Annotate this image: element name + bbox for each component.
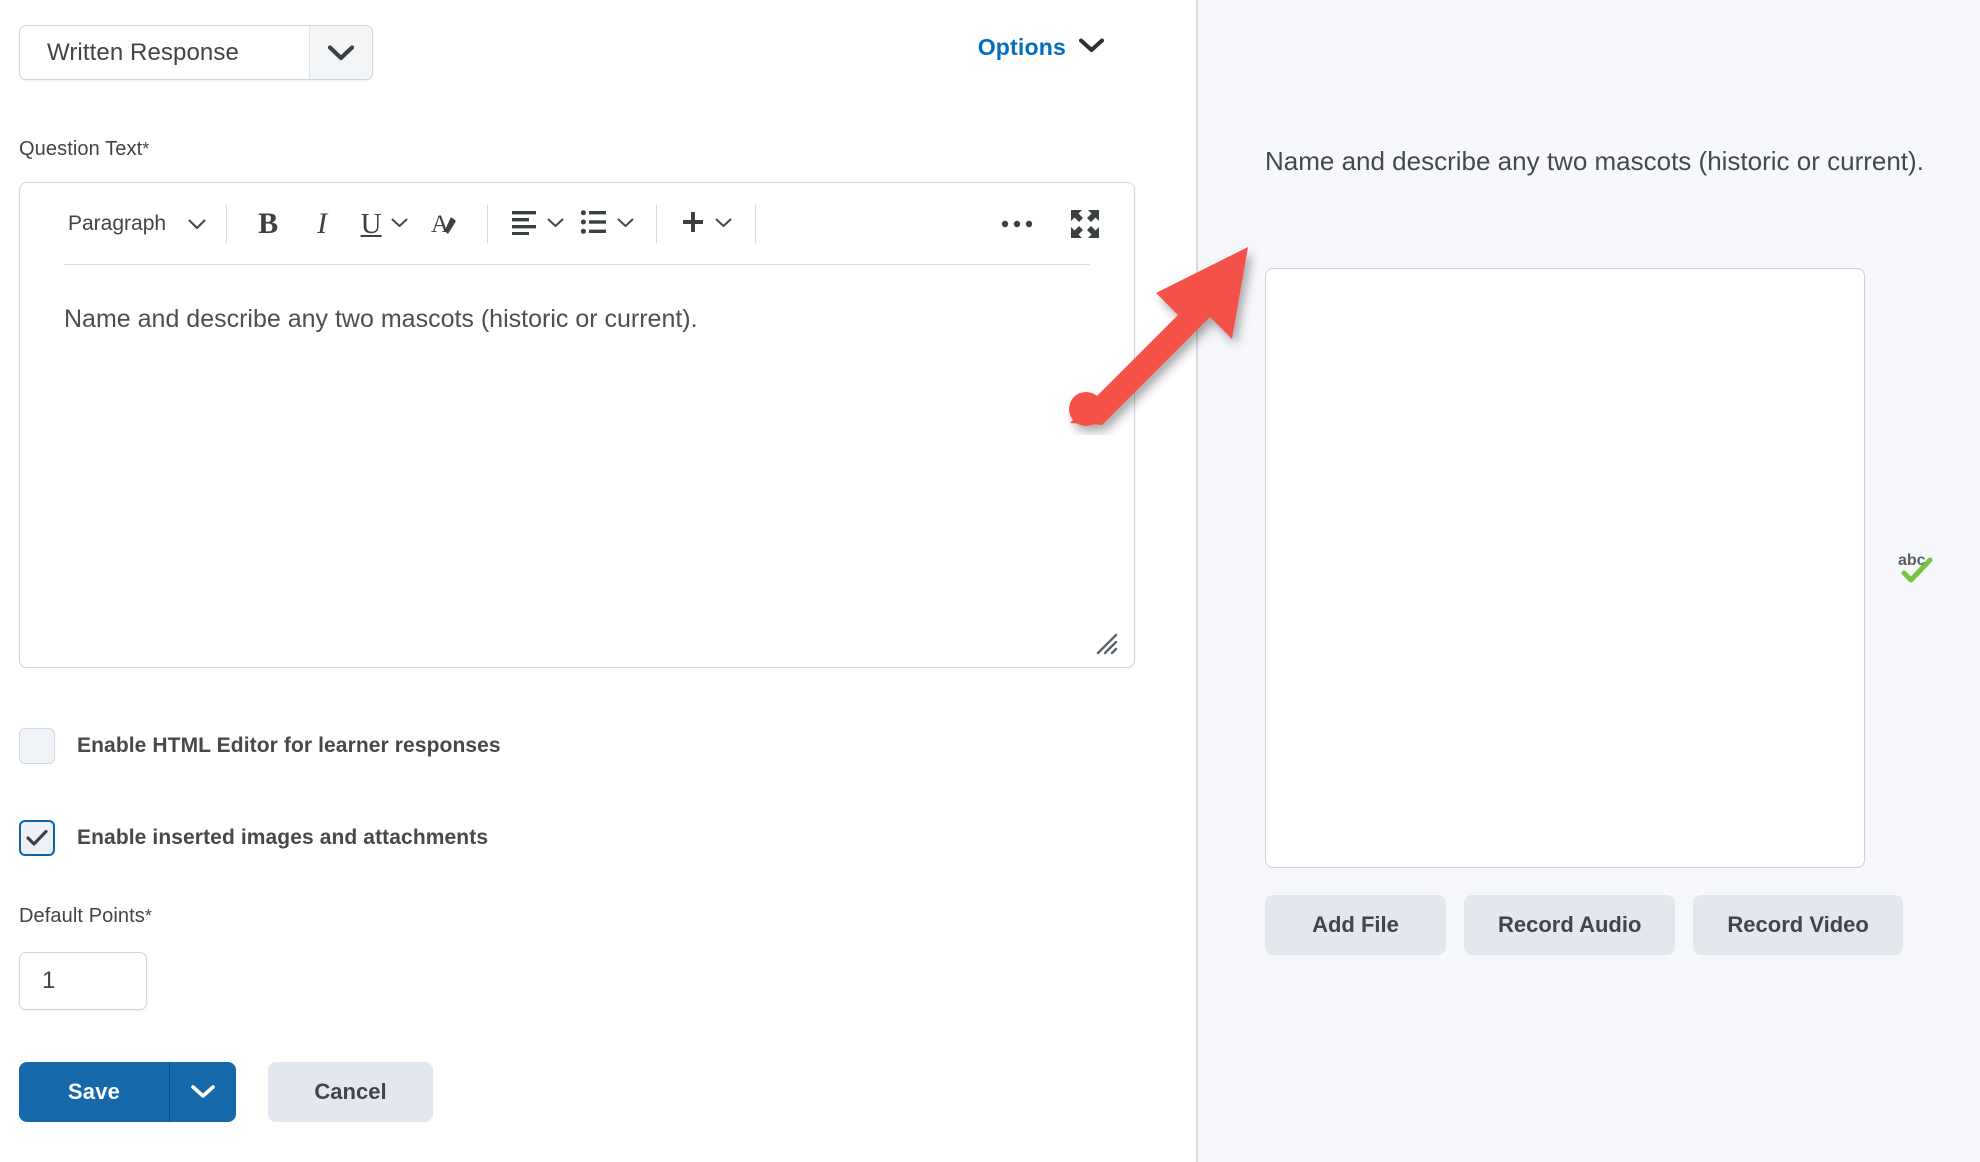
- save-dropdown-chevron-down-icon[interactable]: [169, 1062, 236, 1122]
- preview-answer-textarea[interactable]: [1265, 268, 1865, 868]
- required-marker: *: [142, 139, 150, 159]
- toolbar-divider: [755, 205, 757, 243]
- question-text-label: Question Text*: [19, 138, 149, 161]
- checkbox-html-editor[interactable]: [19, 728, 55, 764]
- default-points-input[interactable]: 1: [19, 952, 147, 1010]
- default-points-label-text: Default Points: [19, 905, 145, 927]
- screen-root: Written Response Options Question Text*: [0, 0, 1980, 1162]
- clear-formatting-icon[interactable]: A: [419, 201, 473, 247]
- add-file-button[interactable]: Add File: [1265, 895, 1446, 955]
- spellcheck-abc-icon[interactable]: abc: [1897, 545, 1937, 585]
- toolbar-divider: [656, 205, 658, 243]
- svg-text:A: A: [431, 211, 449, 238]
- rich-text-editor[interactable]: Paragraph B I U A Name and describe any …: [19, 182, 1135, 668]
- bulleted-list-icon: [580, 209, 608, 240]
- record-audio-button[interactable]: Record Audio: [1464, 895, 1676, 955]
- checkbox-label-inserted-images: Enable inserted images and attachments: [77, 826, 489, 849]
- chevron-down-icon: [188, 212, 206, 236]
- chevron-down-icon[interactable]: [309, 26, 372, 79]
- underline-label: U: [360, 207, 382, 240]
- insert-button[interactable]: [671, 201, 741, 247]
- cancel-button[interactable]: Cancel: [268, 1062, 433, 1122]
- preview-question-text: Name and describe any two mascots (histo…: [1265, 146, 1924, 176]
- chevron-down-icon: [617, 215, 634, 233]
- paragraph-style-dropdown[interactable]: Paragraph: [64, 201, 212, 247]
- editor-toolbar: Paragraph B I U A: [20, 183, 1134, 265]
- save-button[interactable]: Save: [19, 1062, 169, 1122]
- options-label: Options: [977, 34, 1066, 60]
- expand-fullscreen-icon[interactable]: [1058, 201, 1112, 247]
- checkbox-row-html-editor[interactable]: Enable HTML Editor for learner responses: [19, 728, 501, 764]
- list-button[interactable]: [572, 201, 642, 247]
- editor-question-text: Name and describe any two mascots (histo…: [64, 305, 698, 333]
- bold-button[interactable]: B: [241, 201, 295, 247]
- align-button[interactable]: [502, 201, 572, 247]
- required-marker: *: [144, 906, 153, 926]
- preview-attachment-buttons: Add File Record Audio Record Video: [1265, 895, 1903, 955]
- italic-button[interactable]: I: [295, 201, 349, 247]
- more-options-icon[interactable]: [990, 201, 1044, 247]
- checkbox-row-inserted-images[interactable]: Enable inserted images and attachments: [19, 820, 488, 856]
- underline-button[interactable]: U: [349, 201, 419, 247]
- question-type-value: Written Response: [20, 26, 309, 79]
- question-type-select[interactable]: Written Response: [19, 25, 373, 80]
- question-editor-pane: Written Response Options Question Text*: [0, 0, 1196, 1162]
- learner-preview-pane: Name and describe any two mascots (histo…: [1198, 0, 1980, 1162]
- chevron-down-icon: [547, 215, 564, 233]
- question-text-label-text: Question Text: [19, 138, 143, 160]
- paragraph-style-label: Paragraph: [68, 212, 167, 235]
- align-left-icon: [510, 209, 538, 240]
- chevron-down-icon: [715, 215, 732, 233]
- default-points-label: Default Points*: [19, 905, 152, 928]
- chevron-down-icon: [391, 215, 408, 233]
- save-button-group[interactable]: Save: [19, 1062, 236, 1122]
- record-video-button[interactable]: Record Video: [1693, 895, 1903, 955]
- checkmark-icon: [26, 829, 48, 846]
- editor-content-area[interactable]: Name and describe any two mascots (histo…: [20, 265, 1134, 667]
- checkbox-label-html-editor: Enable HTML Editor for learner responses: [77, 734, 501, 757]
- checkbox-inserted-images[interactable]: [19, 820, 55, 856]
- plus-icon: [680, 209, 706, 240]
- resize-grip-icon[interactable]: [1092, 629, 1118, 655]
- chevron-down-icon: [1079, 38, 1104, 58]
- toolbar-divider: [226, 205, 228, 243]
- toolbar-divider: [487, 205, 489, 243]
- options-menu-button[interactable]: Options: [978, 34, 1104, 61]
